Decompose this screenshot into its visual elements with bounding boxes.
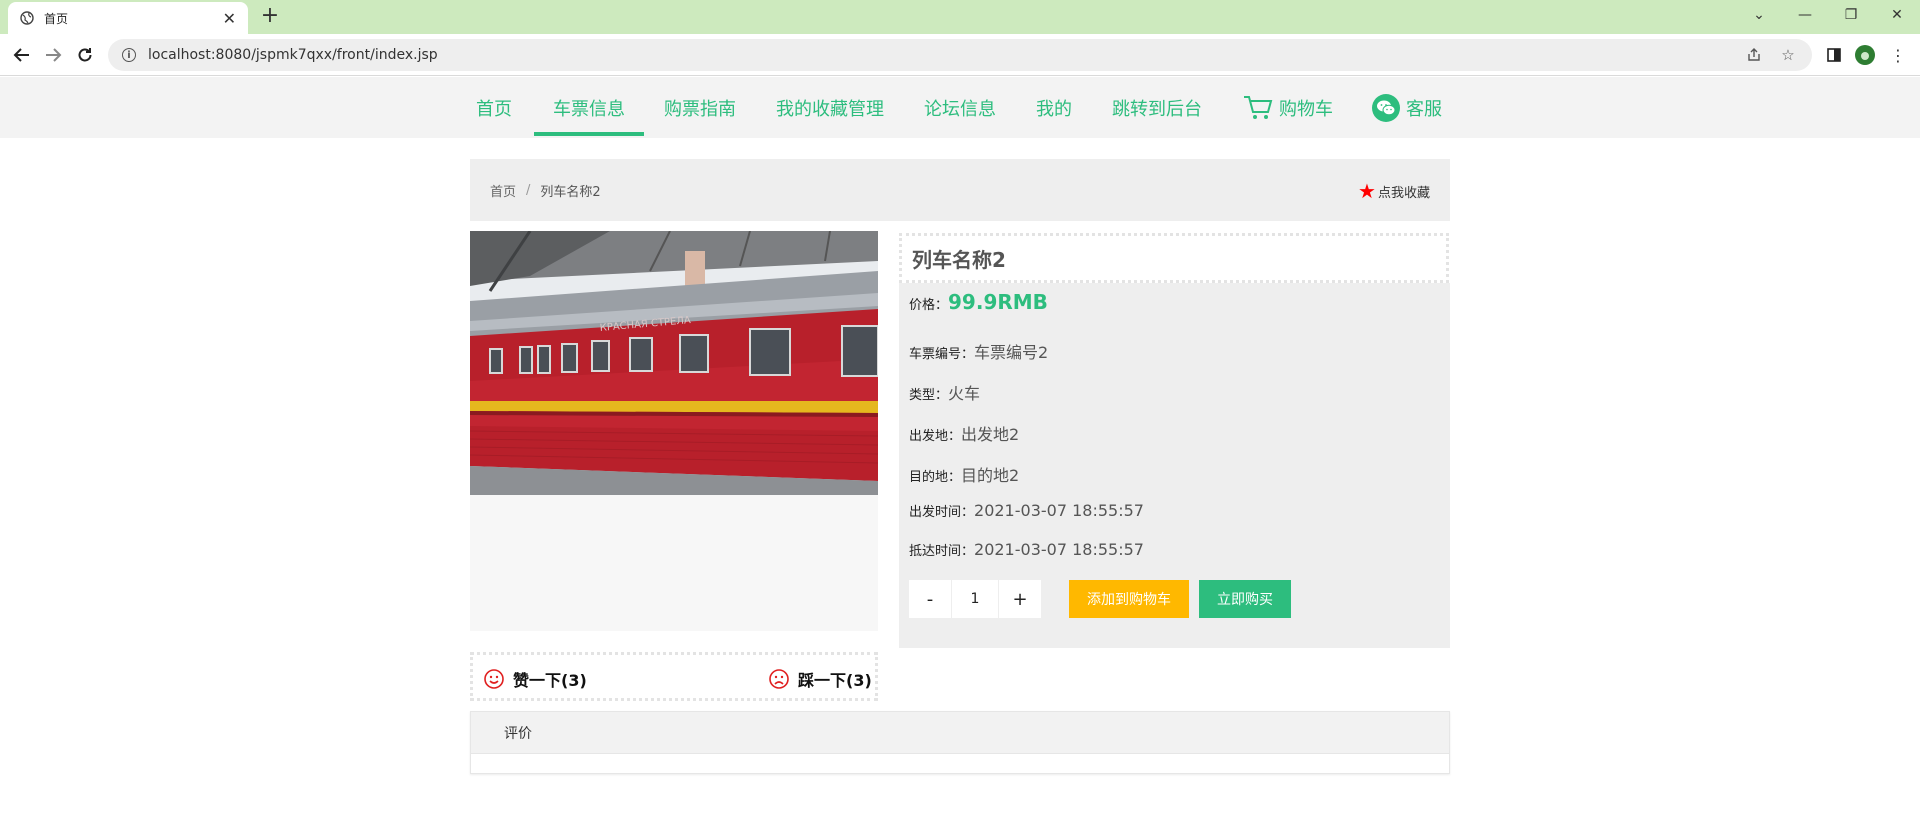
nav-customer-service[interactable]: 客服 — [1372, 77, 1442, 138]
price-value: 99.9RMB — [948, 290, 1048, 314]
price-label: 价格： — [909, 298, 949, 313]
back-icon[interactable] — [10, 43, 34, 67]
star-icon: ★ — [1358, 179, 1376, 203]
profile-avatar-icon[interactable] — [1853, 43, 1877, 67]
nav-home[interactable]: 首页 — [476, 77, 512, 138]
window-close-icon[interactable]: ✕ — [1874, 0, 1920, 30]
minimize-icon[interactable]: — — [1782, 0, 1828, 30]
nav-forum[interactable]: 论坛信息 — [924, 77, 996, 138]
browser-tab[interactable]: 首页 ✕ — [8, 2, 248, 34]
browser-tab-title: 首页 — [44, 11, 69, 26]
nav-cart[interactable]: 购物车 — [1243, 77, 1333, 138]
field-value: 目的地2 — [961, 466, 1020, 485]
field-value: 2021-03-07 18:55:57 — [974, 540, 1144, 559]
wechat-icon — [1372, 93, 1400, 122]
field-label: 出发地： — [909, 429, 962, 444]
product-image: КРАСНАЯ СТРЕЛА — [470, 231, 878, 495]
site-info-icon[interactable]: i — [122, 48, 136, 62]
buy-now-button[interactable]: 立即购买 — [1199, 580, 1291, 618]
globe-icon — [20, 11, 34, 25]
field-value: 车票编号2 — [974, 343, 1049, 362]
tab-search-icon[interactable]: ⌄ — [1736, 0, 1782, 30]
like-label: 赞一下(3) — [513, 671, 587, 690]
nav-cart-label: 购物车 — [1279, 98, 1333, 120]
nav-my-favorites[interactable]: 我的收藏管理 — [776, 77, 884, 138]
favorite-button[interactable]: ★ 点我收藏 — [1358, 181, 1430, 201]
reload-icon[interactable] — [73, 43, 97, 67]
favorite-label: 点我收藏 — [1377, 185, 1430, 201]
decrease-quantity-button[interactable]: - — [909, 580, 951, 618]
breadcrumb: 首页 / 列车名称2 ★ 点我收藏 — [470, 159, 1450, 221]
breadcrumb-current: 列车名称2 — [540, 184, 601, 200]
share-icon[interactable] — [1744, 45, 1764, 65]
field-label: 抵达时间： — [909, 544, 975, 559]
comments-title: 评价 — [504, 725, 532, 742]
site-nav: 首页 车票信息 购票指南 我的收藏管理 论坛信息 我的 跳转到后台 购物车 客服 — [0, 77, 1920, 138]
field-label: 类型： — [909, 388, 949, 403]
smile-icon — [484, 669, 504, 689]
like-button[interactable]: 赞一下(3) — [483, 667, 587, 691]
comments-tab[interactable]: 评价 — [471, 712, 1449, 754]
url-text[interactable]: localhost:8080/jspmk7qxx/front/index.jsp — [148, 47, 1730, 63]
increase-quantity-button[interactable]: + — [999, 580, 1041, 618]
address-toolbar: i localhost:8080/jspmk7qxx/front/index.j… — [0, 34, 1920, 76]
product-info-panel: 价格： 99.9RMB 车票编号： 车票编号2 类型： 火车 出发地： 出发地2… — [899, 283, 1450, 648]
quantity-input[interactable]: 1 — [951, 580, 999, 618]
dislike-button[interactable]: 踩一下(3) — [768, 667, 872, 691]
comments-section: 评价 — [470, 711, 1450, 774]
field-value: 出发地2 — [961, 425, 1020, 444]
quantity-stepper: - 1 + — [909, 580, 1041, 618]
dislike-label: 踩一下(3) — [798, 671, 872, 690]
nav-customer-service-label: 客服 — [1406, 98, 1442, 120]
breadcrumb-home[interactable]: 首页 — [490, 181, 516, 200]
field-label: 目的地： — [909, 470, 962, 485]
field-label: 出发时间： — [909, 505, 975, 520]
close-tab-icon[interactable]: ✕ — [223, 9, 236, 28]
nav-admin[interactable]: 跳转到后台 — [1112, 77, 1202, 138]
vote-bar: 赞一下(3) 踩一下(3) — [470, 652, 878, 701]
bookmark-star-icon[interactable]: ☆ — [1778, 45, 1798, 65]
breadcrumb-separator: / — [526, 182, 531, 198]
forward-icon[interactable] — [41, 43, 65, 67]
url-field[interactable]: i localhost:8080/jspmk7qxx/front/index.j… — [108, 39, 1812, 71]
nav-me[interactable]: 我的 — [1036, 77, 1072, 138]
new-tab-button[interactable]: + — [258, 4, 282, 28]
add-to-cart-button[interactable]: 添加到购物车 — [1069, 580, 1189, 618]
product-gallery: КРАСНАЯ СТРЕЛА — [470, 231, 878, 631]
product-title: 列车名称2 — [899, 233, 1449, 283]
menu-kebab-icon[interactable]: ⋮ — [1886, 43, 1910, 67]
field-value: 火车 — [948, 384, 981, 403]
restore-icon[interactable]: ❐ — [1828, 0, 1874, 30]
browser-tab-strip: 首页 ✕ + ⌄ — ❐ ✕ — [0, 0, 1920, 34]
field-label: 车票编号： — [909, 347, 975, 362]
shopping-cart-icon — [1243, 95, 1273, 121]
nav-ticket-info[interactable]: 车票信息 — [534, 77, 644, 138]
field-value: 2021-03-07 18:55:57 — [974, 501, 1144, 520]
nav-purchase-guide[interactable]: 购票指南 — [664, 77, 736, 138]
side-panel-icon[interactable] — [1822, 43, 1846, 67]
frown-icon — [769, 669, 789, 689]
